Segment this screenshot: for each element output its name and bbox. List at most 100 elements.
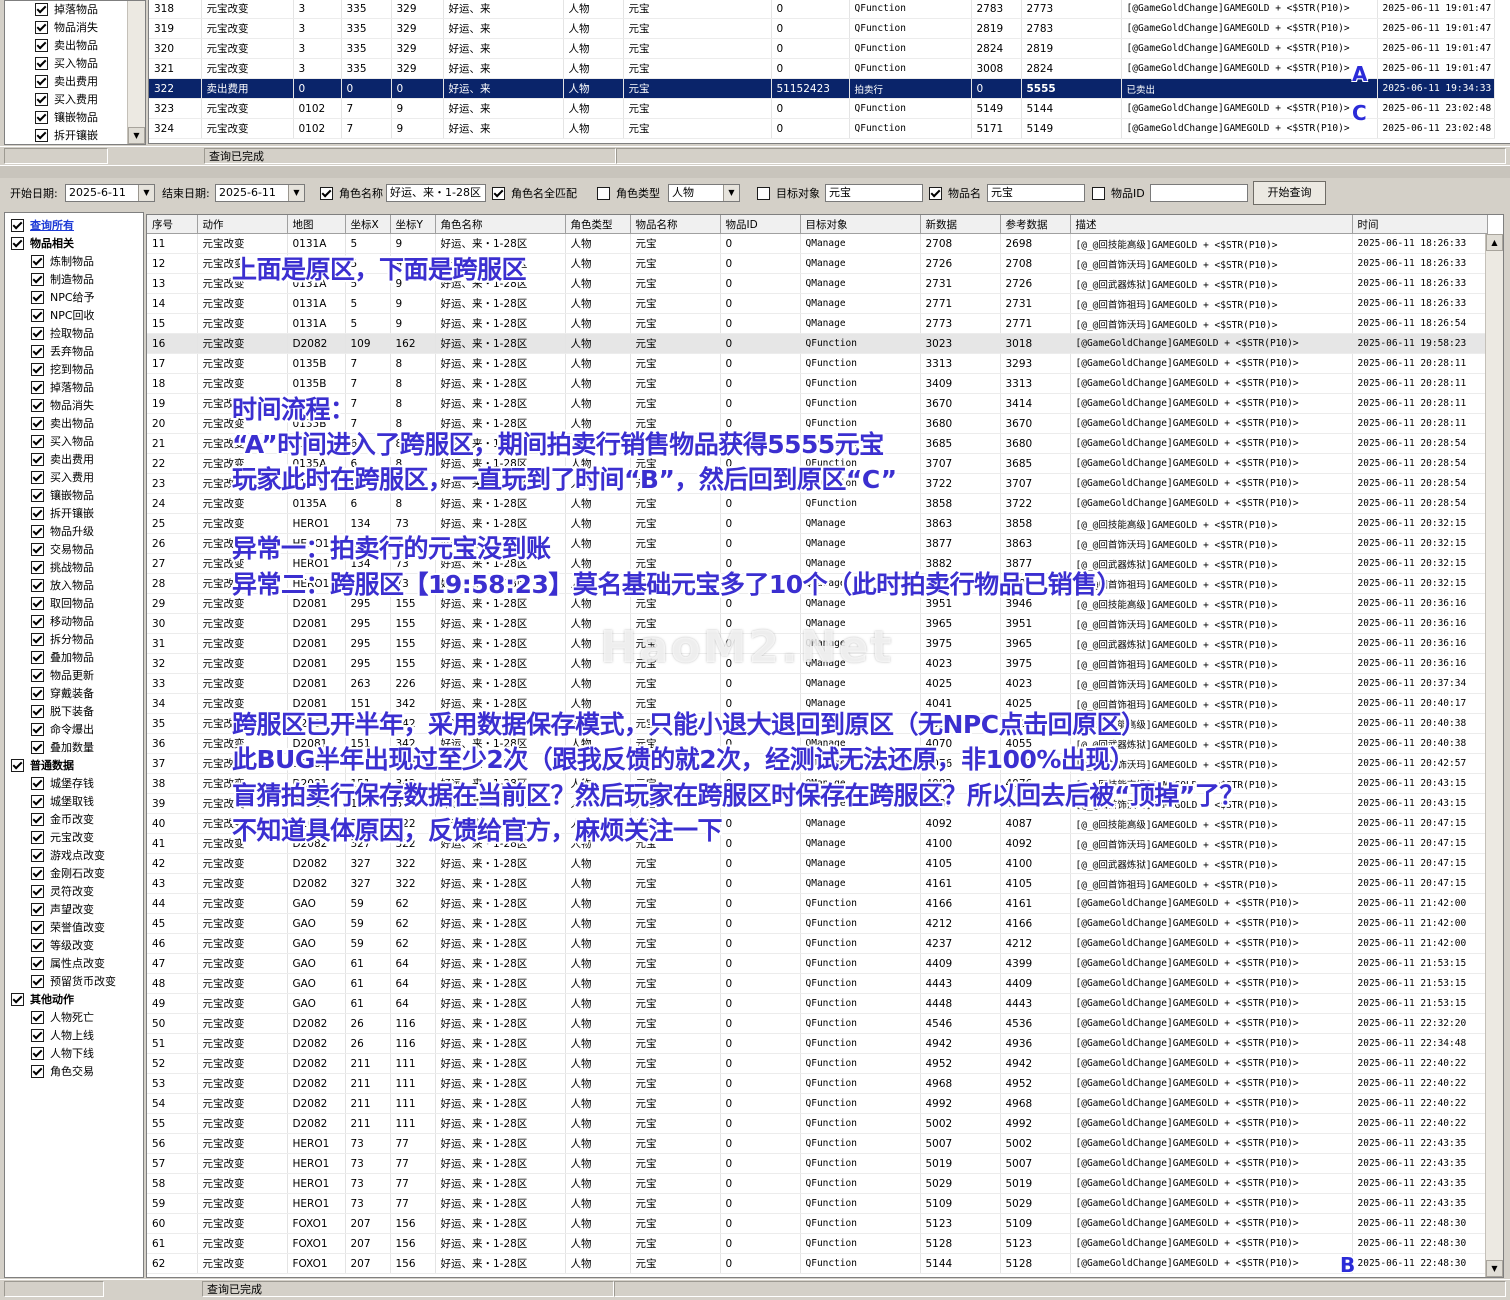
tree-item[interactable]: 交易物品 <box>31 541 94 559</box>
checkbox-icon[interactable] <box>31 272 44 286</box>
table-row[interactable]: 324 元宝改变 0102 7 9 好运、来 人物 元宝 0 QFunction 5171 5149[… <box>149 118 1495 139</box>
query-button[interactable]: 开始查询 <box>1253 181 1326 205</box>
checkbox-icon[interactable] <box>31 542 44 556</box>
checkbox-icon[interactable] <box>31 632 44 646</box>
table-row[interactable]: 52 元宝改变 D2082 211 111 好运、来・1-28区 人物 元宝 0 QFunctio… <box>147 1053 1488 1074</box>
tree-item[interactable]: 属性点改变 <box>31 955 105 973</box>
tree-item[interactable]: 叠加物品 <box>31 649 94 667</box>
table-row[interactable]: 50 元宝改变 D2082 26 116 好运、来・1-28区 人物 元宝 0 QFunction… <box>147 1013 1488 1034</box>
column-header[interactable]: 序号 <box>147 215 198 234</box>
checkbox-icon[interactable] <box>31 524 44 538</box>
table-row[interactable]: 59 元宝改变 HERO1 73 77 好运、来・1-28区 人物 元宝 0 QFunction 5… <box>147 1193 1488 1214</box>
tree-item[interactable]: 金币改变 <box>31 811 94 829</box>
column-header[interactable]: 角色类型 <box>565 215 631 234</box>
column-header[interactable]: 角色名称 <box>435 215 566 234</box>
scroll-up-icon[interactable]: ▲ <box>1486 234 1503 251</box>
role-name-checkbox[interactable]: 角色名称 <box>320 185 383 203</box>
table-row[interactable]: 318 元宝改变 3 335 329 好运、来 人物 元宝 0 QFunction 2783 2773… <box>149 0 1495 19</box>
tree-item[interactable]: 穿戴装备 <box>31 685 94 703</box>
table-row[interactable]: 46 元宝改变 GAO 59 62 好运、来・1-28区 人物 元宝 0 QFunction 423… <box>147 933 1488 954</box>
checkbox-icon[interactable] <box>35 74 48 88</box>
table-row[interactable]: 43 元宝改变 D2082 327 322 好运、来・1-28区 人物 元宝 0 QManage 4… <box>147 873 1488 894</box>
tree-item[interactable]: 声望改变 <box>31 901 94 919</box>
checkbox-icon[interactable] <box>31 506 44 520</box>
tree-item[interactable]: 买入物品 <box>31 433 94 451</box>
tree-item[interactable]: 人物死亡 <box>31 1009 94 1027</box>
checkbox-icon[interactable] <box>31 848 44 862</box>
tree-item[interactable]: 等级改变 <box>31 937 94 955</box>
top-tree-item[interactable]: 卖出费用 <box>35 73 98 91</box>
tree-item[interactable]: 金刚石改变 <box>31 865 105 883</box>
role-name-input[interactable]: 好运、来・1-28区 <box>386 184 486 202</box>
checkbox-icon[interactable] <box>11 218 24 232</box>
table-row[interactable]: 44 元宝改变 GAO 59 62 好运、来・1-28区 人物 元宝 0 QFunction 416… <box>147 893 1488 914</box>
checkbox-icon[interactable] <box>35 20 48 34</box>
checkbox-icon[interactable] <box>31 398 44 412</box>
table-row[interactable]: 55 元宝改变 D2082 211 111 好运、来・1-28区 人物 元宝 0 QFunctio… <box>147 1113 1488 1134</box>
role-type-select[interactable]: 人物 ▼ <box>668 184 740 202</box>
full-match-checkbox[interactable]: 角色名全匹配 <box>492 185 577 203</box>
checkbox-icon[interactable] <box>31 794 44 808</box>
tree-item[interactable]: 角色交易 <box>31 1063 94 1081</box>
tree-item[interactable]: 人物上线 <box>31 1027 94 1045</box>
checkbox-icon[interactable] <box>35 92 48 106</box>
tree-item[interactable]: 城堡存钱 <box>31 775 94 793</box>
tree-item[interactable]: 荣誉值改变 <box>31 919 105 937</box>
table-row[interactable]: 58 元宝改变 HERO1 73 77 好运、来・1-28区 人物 元宝 0 QFunction 5… <box>147 1173 1488 1194</box>
tree-item[interactable]: 城堡取钱 <box>31 793 94 811</box>
checkbox-icon[interactable] <box>31 740 44 754</box>
checkbox-icon[interactable] <box>31 308 44 322</box>
tree-item[interactable]: NPC给予 <box>31 289 95 307</box>
role-type-checkbox[interactable]: 角色类型 <box>597 185 660 203</box>
checkbox-icon[interactable] <box>31 920 44 934</box>
item-id-input[interactable] <box>1150 184 1248 202</box>
column-header[interactable]: 物品名称 <box>630 215 721 234</box>
top-tree-item[interactable]: 拆开镶嵌 <box>35 127 98 144</box>
table-row[interactable]: 14 元宝改变 0131A 5 9 好运、来・1-28区 人物 元宝 0 QManage 2771 2… <box>147 293 1488 314</box>
tree-item[interactable]: 挑战物品 <box>31 559 94 577</box>
top-tree-scrollbar[interactable]: ▼ <box>127 1 145 144</box>
checkbox-icon[interactable] <box>31 902 44 916</box>
checkbox-icon[interactable] <box>31 416 44 430</box>
table-row[interactable]: 51 元宝改变 D2082 26 116 好运、来・1-28区 人物 元宝 0 QFunction… <box>147 1033 1488 1054</box>
table-row[interactable]: 16 元宝改变 D2082 109 162 好运、来・1-28区 人物 元宝 0 QFunctio… <box>147 333 1488 354</box>
checkbox-icon[interactable] <box>31 830 44 844</box>
scroll-down-icon[interactable]: ▼ <box>1486 1260 1503 1277</box>
tree-item[interactable]: 物品更新 <box>31 667 94 685</box>
table-row[interactable]: 53 元宝改变 D2082 211 111 好运、来・1-28区 人物 元宝 0 QFunctio… <box>147 1073 1488 1094</box>
table-row[interactable]: 11 元宝改变 0131A 5 9 好运、来・1-28区 人物 元宝 0 QManage 2708 2… <box>147 233 1488 254</box>
checkbox-icon[interactable] <box>31 380 44 394</box>
tree-item[interactable]: 挖到物品 <box>31 361 94 379</box>
checkbox-icon[interactable] <box>35 2 48 16</box>
table-row[interactable]: 48 元宝改变 GAO 61 64 好运、来・1-28区 人物 元宝 0 QFunction 444… <box>147 973 1488 994</box>
checkbox-icon[interactable] <box>31 290 44 304</box>
checkbox-icon[interactable] <box>31 452 44 466</box>
tree-item[interactable]: 元宝改变 <box>31 829 94 847</box>
column-header[interactable]: 动作 <box>197 215 288 234</box>
checkbox-icon[interactable] <box>31 434 44 448</box>
start-date-picker[interactable]: 2025-6-11 ▼ <box>65 184 155 202</box>
tree-item[interactable]: 物品消失 <box>31 397 94 415</box>
checkbox-icon[interactable] <box>31 668 44 682</box>
checkbox-icon[interactable] <box>31 614 44 628</box>
target-checkbox[interactable]: 目标对象 <box>757 185 820 203</box>
tree-group[interactable]: 物品相关 <box>11 235 74 253</box>
checkbox-icon[interactable] <box>31 812 44 826</box>
table-row[interactable]: 56 元宝改变 HERO1 73 77 好运、来・1-28区 人物 元宝 0 QFunction 5… <box>147 1133 1488 1154</box>
tree-item[interactable]: 移动物品 <box>31 613 94 631</box>
checkbox-icon[interactable] <box>31 470 44 484</box>
tree-item[interactable]: 预留货币改变 <box>31 973 116 991</box>
main-grid-scrollbar[interactable]: ▲ ▼ <box>1485 234 1503 1277</box>
checkbox-icon[interactable] <box>31 776 44 790</box>
table-row[interactable]: 61 元宝改变 FOXO1 207 156 好运、来・1-28区 人物 元宝 0 QFunctio… <box>147 1233 1488 1254</box>
table-row[interactable]: 321 元宝改变 3 335 329 好运、来 人物 元宝 0 QFunction 3008 2824… <box>149 58 1495 79</box>
tree-item[interactable]: 叠加数量 <box>31 739 94 757</box>
column-header[interactable]: 物品ID <box>720 215 801 234</box>
checkbox-icon[interactable] <box>31 344 44 358</box>
checkbox-icon[interactable] <box>31 362 44 376</box>
checkbox-icon[interactable] <box>31 938 44 952</box>
table-row[interactable]: 47 元宝改变 GAO 61 64 好运、来・1-28区 人物 元宝 0 QFunction 440… <box>147 953 1488 974</box>
tree-group[interactable]: 查询所有 <box>11 217 74 235</box>
table-row[interactable]: 323 元宝改变 0102 7 9 好运、来 人物 元宝 0 QFunction 5149 5144[… <box>149 98 1495 119</box>
checkbox-icon[interactable] <box>31 956 44 970</box>
